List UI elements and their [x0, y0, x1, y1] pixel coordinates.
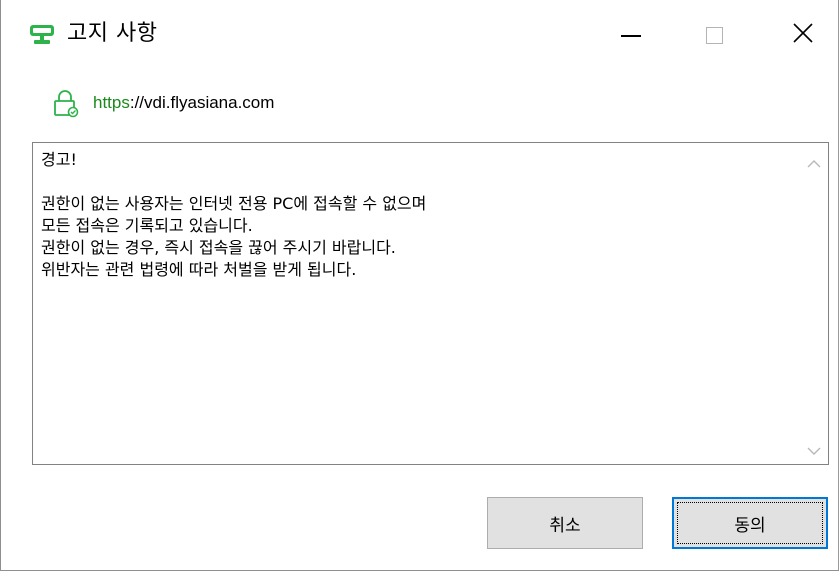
window-title: 고지 사항	[67, 21, 158, 46]
lock-icon	[53, 88, 79, 118]
chevron-down-icon	[807, 441, 821, 460]
url-scheme: https	[93, 93, 130, 112]
notice-text: 경고! 권한이 없는 사용자는 인터넷 전용 PC에 접속할 수 없으며 모든 …	[41, 150, 427, 279]
maximize-icon	[705, 26, 723, 44]
cancel-button-label: 취소	[549, 515, 581, 536]
vertical-scrollbar[interactable]	[801, 144, 827, 463]
notice-textbox[interactable]: 경고! 권한이 없는 사용자는 인터넷 전용 PC에 접속할 수 없으며 모든 …	[32, 142, 829, 465]
focus-rectangle	[677, 502, 823, 544]
scroll-up-button[interactable]	[801, 150, 827, 176]
title-bar[interactable]: 고지 사항	[1, 0, 839, 72]
notice-dialog: 고지 사항 https://vdi.flyasiana.com 경고! 권한이 …	[0, 0, 839, 571]
minimize-icon	[621, 35, 641, 37]
minimize-button[interactable]	[601, 10, 661, 60]
close-icon	[792, 22, 814, 48]
close-button[interactable]	[773, 10, 833, 60]
url-host: ://vdi.flyasiana.com	[129, 93, 275, 112]
chevron-up-icon	[807, 154, 821, 173]
address-row: https://vdi.flyasiana.com	[53, 86, 274, 120]
scroll-down-button[interactable]	[801, 437, 827, 463]
site-url: https://vdi.flyasiana.com	[93, 93, 274, 113]
cancel-button[interactable]: 취소	[487, 497, 643, 549]
maximize-button[interactable]	[684, 10, 744, 60]
agree-button[interactable]: 동의	[672, 497, 828, 549]
monitor-icon	[29, 24, 55, 46]
